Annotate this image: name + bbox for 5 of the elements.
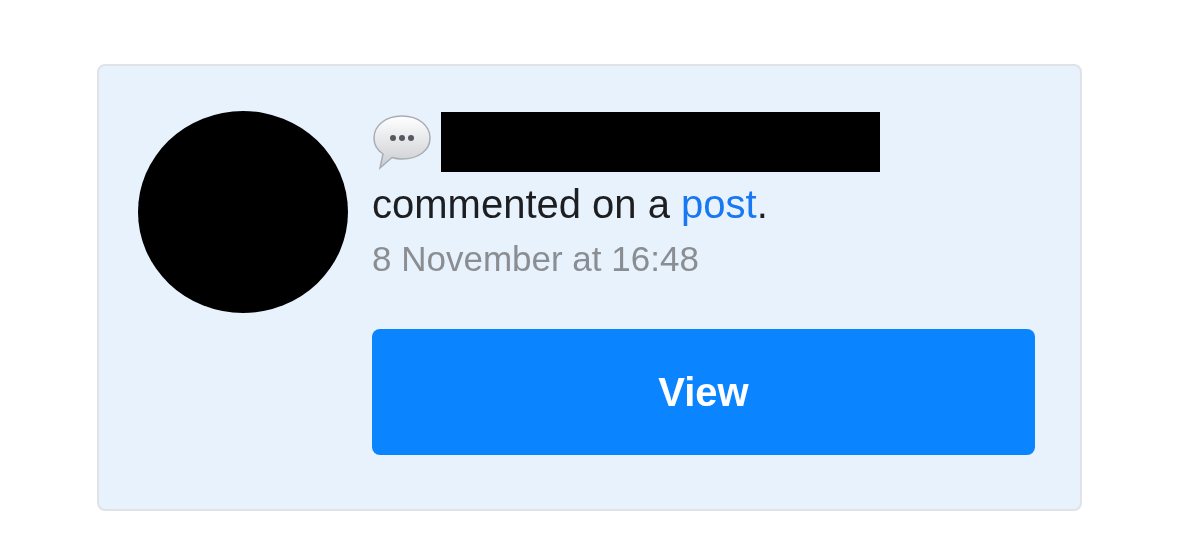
timestamp: 8 November at 16:48 <box>372 238 700 280</box>
speech-bubble-icon <box>372 113 432 171</box>
notification-text: commented on a post. <box>372 181 769 228</box>
post-link[interactable]: post <box>681 182 757 226</box>
view-button[interactable]: View <box>372 329 1035 455</box>
